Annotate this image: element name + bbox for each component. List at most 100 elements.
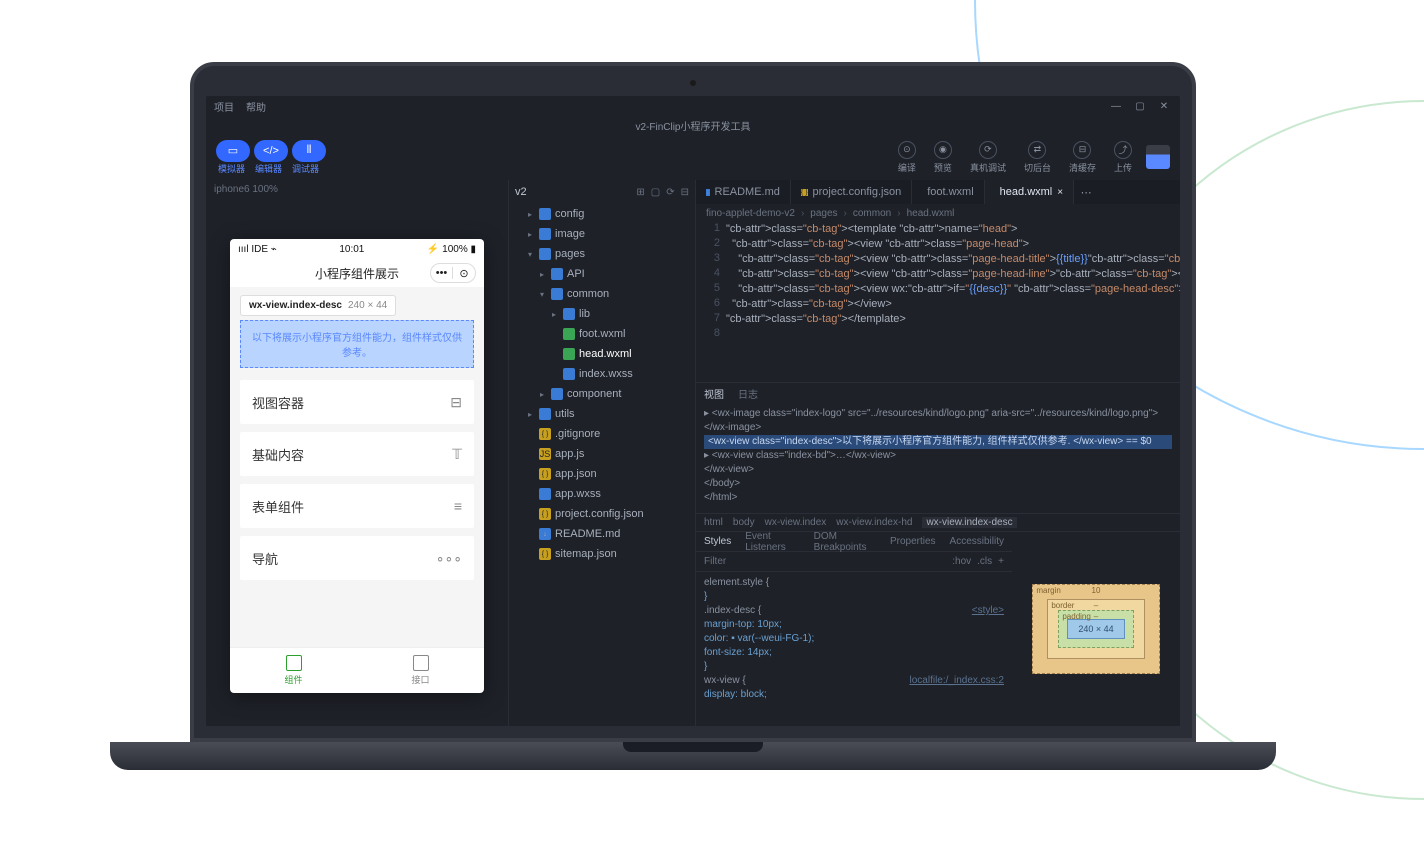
tree-item-README.md[interactable]: ↓README.md <box>509 524 695 544</box>
maximize-button[interactable]: ▢ <box>1132 101 1148 112</box>
tree-item-utils[interactable]: ▸utils <box>509 404 695 424</box>
tree-item-API[interactable]: ▸API <box>509 264 695 284</box>
editor-tab-project.config.json[interactable]: { }project.config.json <box>791 180 912 204</box>
capsule-button[interactable]: ••• ⊙ <box>430 263 476 283</box>
elements-node[interactable]: <wx-view class="index-desc">以下将展示小程序官方组件… <box>704 435 1172 449</box>
tree-item-foot.wxml[interactable]: foot.wxml <box>509 324 695 344</box>
styles-filter-action[interactable]: + <box>998 556 1004 567</box>
breadcrumb-item[interactable]: head.wxml <box>907 208 955 219</box>
styles-body[interactable]: element.style {}.index-desc {<style> mar… <box>696 572 1012 726</box>
editor-tab-foot.wxml[interactable]: foot.wxml <box>912 180 984 204</box>
elements-crumb[interactable]: wx-view.index-hd <box>836 517 912 528</box>
minimize-button[interactable]: — <box>1108 101 1124 112</box>
tree-item-label: image <box>555 228 585 240</box>
file-icon <box>539 248 551 260</box>
tree-item-config[interactable]: ▸config <box>509 204 695 224</box>
new-file-icon[interactable]: ⊞ <box>636 187 644 198</box>
tree-item-project.config.json[interactable]: { }project.config.json <box>509 504 695 524</box>
file-icon <box>563 328 575 340</box>
breadcrumb-item[interactable]: fino-applet-demo-v2 <box>706 208 795 219</box>
tree-arrow-icon: ▸ <box>537 270 547 279</box>
tree-item-label: README.md <box>555 528 620 540</box>
tree-item-label: pages <box>555 248 585 260</box>
breadcrumb-item[interactable]: common <box>853 208 891 219</box>
file-icon <box>551 388 563 400</box>
file-icon <box>563 308 575 320</box>
elements-crumb[interactable]: html <box>704 517 723 528</box>
styles-tab-dom-breakpoints[interactable]: DOM Breakpoints <box>814 531 876 553</box>
refresh-icon[interactable]: ⟳ <box>666 187 674 198</box>
elements-node[interactable]: </wx-view> <box>704 463 1172 477</box>
styles-filter-input[interactable]: Filter <box>704 556 726 567</box>
phone-simulator[interactable]: ıııl IDE ⌁ 10:01 ⚡ 100% ▮ 小程序组件展示 ••• ⊙ … <box>230 239 484 693</box>
toolbar-编译[interactable]: ⊙编译 <box>898 141 916 174</box>
close-tab-icon[interactable]: × <box>1057 187 1063 198</box>
ide-screen: 项目 帮助 — ▢ ✕ v2-FinClip小程序开发工具 ▭ </> ⫴ 模拟… <box>206 96 1180 726</box>
capsule-more-icon[interactable]: ••• <box>431 267 453 279</box>
toolbar-预览[interactable]: ◉预览 <box>934 141 952 174</box>
laptop-frame: 项目 帮助 — ▢ ✕ v2-FinClip小程序开发工具 ▭ </> ⫴ 模拟… <box>160 62 1226 762</box>
tabbar-tab-组件[interactable]: 组件 <box>230 648 357 693</box>
tree-item-component[interactable]: ▸component <box>509 384 695 404</box>
list-item[interactable]: 表单组件≡ <box>240 484 474 528</box>
styles-filter-action[interactable]: .cls <box>977 556 992 567</box>
styles-tab-properties[interactable]: Properties <box>890 536 936 547</box>
elements-tree[interactable]: ▸ <wx-image class="index-logo" src="../r… <box>696 403 1180 513</box>
devtools-tab-view[interactable]: 视图 <box>704 386 724 401</box>
toolbar-清缓存[interactable]: ⊟清缓存 <box>1069 141 1096 174</box>
toolbar-上传[interactable]: ⤴上传 <box>1114 141 1132 174</box>
editor-toggle[interactable]: </> <box>254 140 288 162</box>
capsule-close-icon[interactable]: ⊙ <box>453 267 475 280</box>
simulator-toggle[interactable]: ▭ <box>216 140 250 162</box>
styles-tab-styles[interactable]: Styles <box>704 536 731 547</box>
code-editor[interactable]: 12345678 "cb-attr">class="cb-tag"><templ… <box>696 222 1180 382</box>
styles-filter-action[interactable]: :hov <box>952 556 971 567</box>
tree-item-lib[interactable]: ▸lib <box>509 304 695 324</box>
battery-indicator: ⚡ 100% ▮ <box>427 244 476 255</box>
debugger-toggle[interactable]: ⫴ <box>292 140 326 162</box>
avatar[interactable] <box>1146 145 1170 169</box>
styles-tab-accessibility[interactable]: Accessibility <box>950 536 1004 547</box>
toolbar-真机调试[interactable]: ⟳真机调试 <box>970 141 1006 174</box>
elements-node[interactable]: ▸ <wx-image class="index-logo" src="../r… <box>704 407 1172 435</box>
list-item[interactable]: 基础内容𝕋 <box>240 432 474 476</box>
tree-item-common[interactable]: ▾common <box>509 284 695 304</box>
breadcrumb-item[interactable]: pages <box>810 208 837 219</box>
elements-node[interactable]: </html> <box>704 491 1172 505</box>
tree-item-app.json[interactable]: { }app.json <box>509 464 695 484</box>
devtools-tab-log[interactable]: 日志 <box>738 386 758 401</box>
styles-tabs: Styles Event Listeners DOM Breakpoints Prop… <box>696 532 1012 552</box>
tree-item-label: head.wxml <box>579 348 632 360</box>
editor-tab-head.wxml[interactable]: head.wxml× <box>985 180 1074 204</box>
styles-tab-event-listeners[interactable]: Event Listeners <box>745 531 799 553</box>
tree-arrow-icon: ▸ <box>537 390 547 399</box>
elements-node[interactable]: </body> <box>704 477 1172 491</box>
signal-indicator: ıııl IDE ⌁ <box>238 244 277 255</box>
tree-item-app.wxss[interactable]: app.wxss <box>509 484 695 504</box>
highlighted-element[interactable]: 以下将展示小程序官方组件能力，组件样式仅供参考。 <box>240 320 474 368</box>
new-folder-icon[interactable]: ▢ <box>651 187 660 198</box>
phone-navbar: 小程序组件展示 ••• ⊙ <box>230 259 484 287</box>
menu-project[interactable]: 项目 <box>214 99 234 114</box>
list-item[interactable]: 导航∘∘∘ <box>240 536 474 580</box>
tabbar-tab-接口[interactable]: 接口 <box>357 648 484 693</box>
tree-item-pages[interactable]: ▾pages <box>509 244 695 264</box>
tabs-more-icon[interactable]: ⋯ <box>1074 180 1098 204</box>
elements-crumb[interactable]: body <box>733 517 755 528</box>
list-item[interactable]: 视图容器⊟ <box>240 380 474 424</box>
menu-help[interactable]: 帮助 <box>246 99 266 114</box>
explorer-root[interactable]: v2 <box>515 186 527 198</box>
tree-item-app.js[interactable]: JSapp.js <box>509 444 695 464</box>
close-button[interactable]: ✕ <box>1156 101 1172 112</box>
tree-item-sitemap.json[interactable]: { }sitemap.json <box>509 544 695 564</box>
tree-item-head.wxml[interactable]: head.wxml <box>509 344 695 364</box>
tree-item-.gitignore[interactable]: { }.gitignore <box>509 424 695 444</box>
elements-node[interactable]: ▸ <wx-view class="index-bd">…</wx-view> <box>704 449 1172 463</box>
tree-item-index.wxss[interactable]: index.wxss <box>509 364 695 384</box>
elements-crumb[interactable]: wx-view.index <box>765 517 827 528</box>
editor-tab-README.md[interactable]: ↓README.md <box>696 180 791 204</box>
toolbar-切后台[interactable]: ⇄切后台 <box>1024 141 1051 174</box>
elements-crumb[interactable]: wx-view.index-desc <box>922 517 1016 528</box>
collapse-icon[interactable]: ⊟ <box>681 187 689 198</box>
tree-item-image[interactable]: ▸image <box>509 224 695 244</box>
